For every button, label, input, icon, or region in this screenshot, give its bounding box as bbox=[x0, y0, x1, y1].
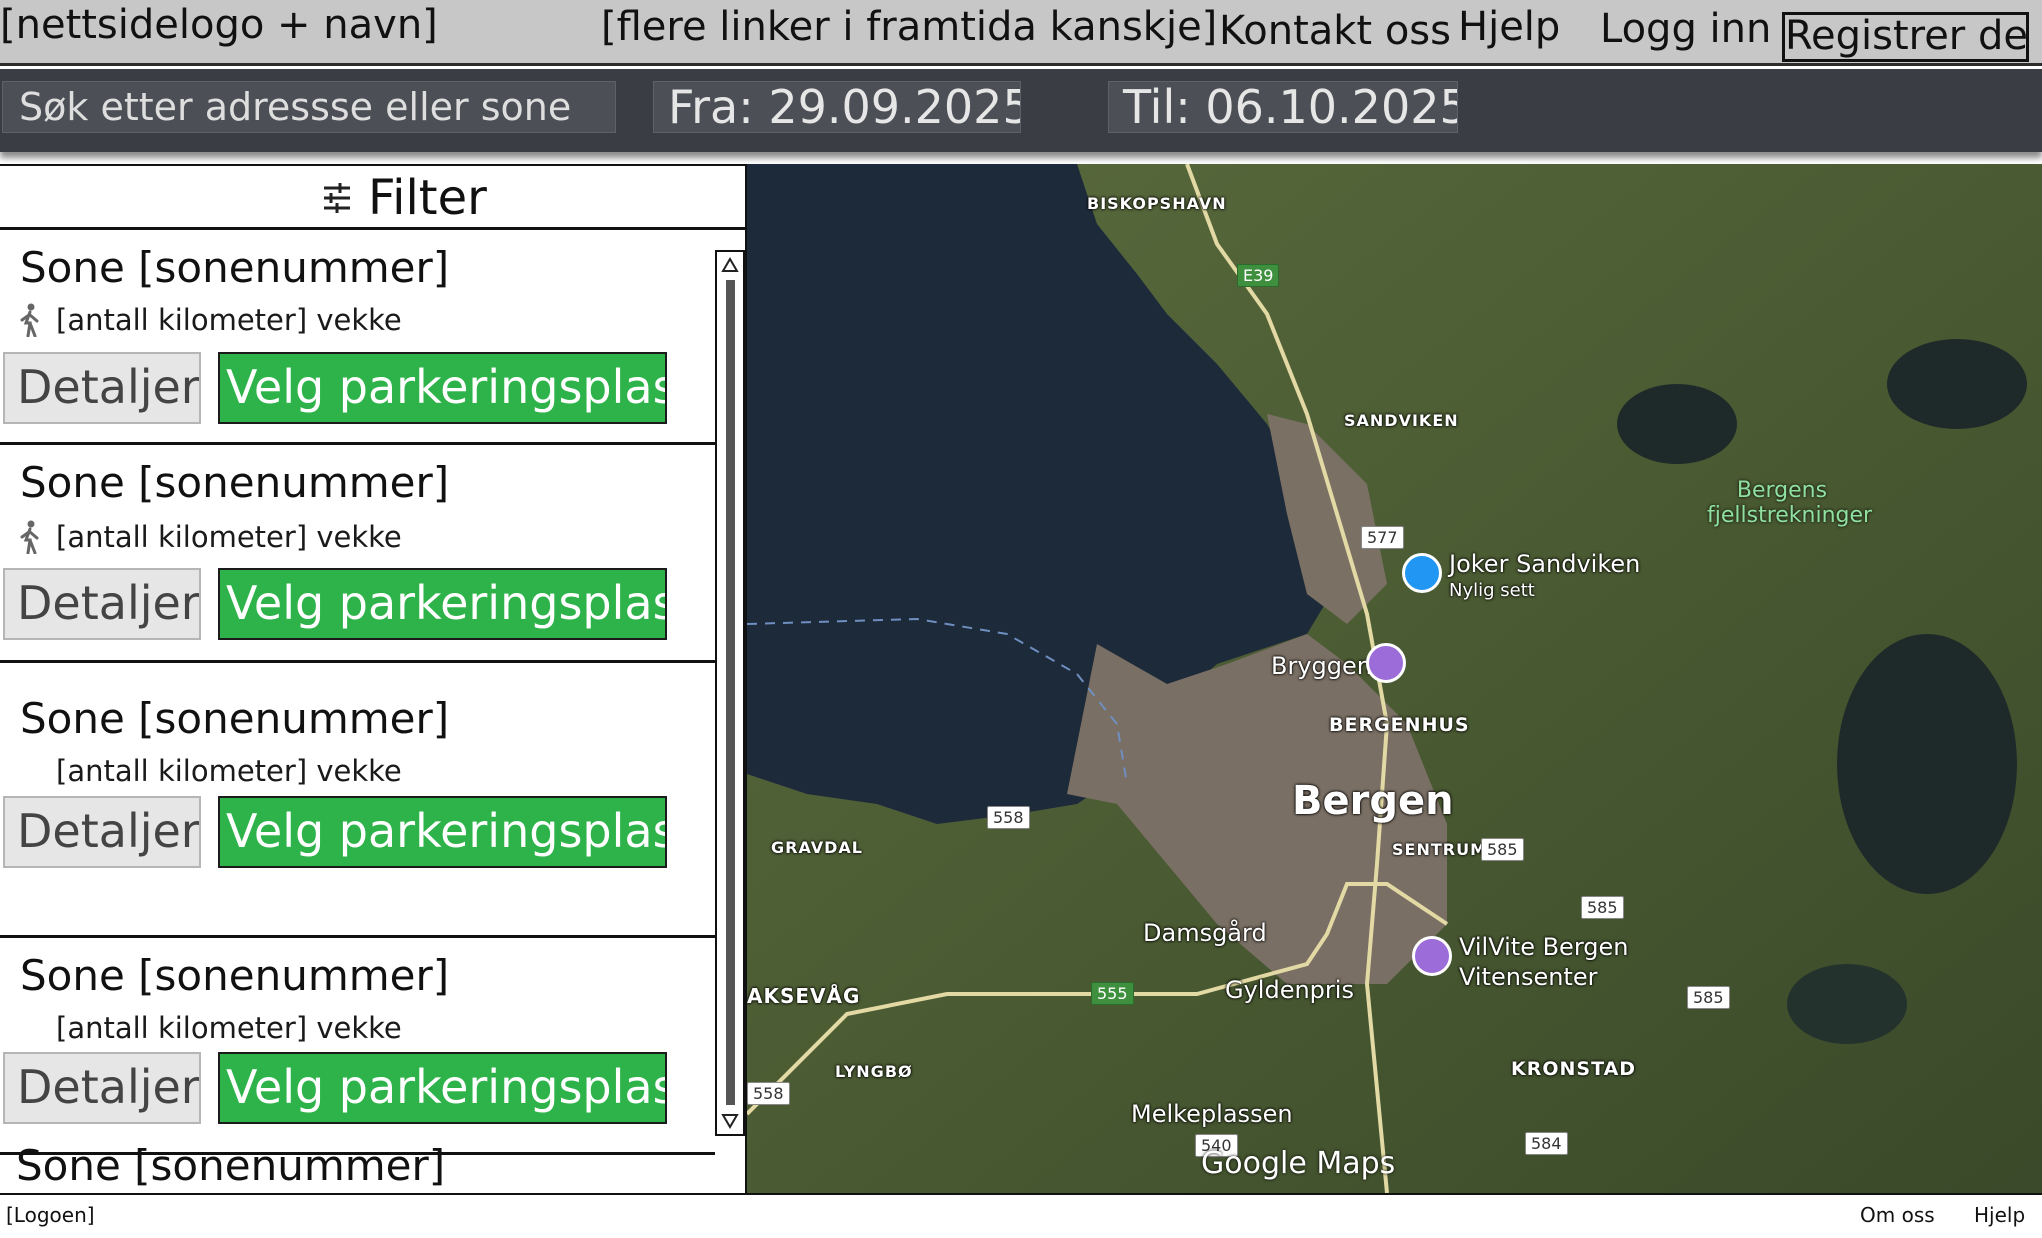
contact-link[interactable]: Kontakt oss bbox=[1219, 8, 1451, 54]
select-parking-button[interactable]: Velg parkeringsplass bbox=[218, 352, 667, 424]
zone-title: Sone [sonenummer] bbox=[20, 694, 450, 743]
register-button[interactable]: Registrer deg bbox=[1782, 12, 2029, 62]
zone-distance: [antall kilometer] vekke bbox=[56, 1011, 402, 1045]
road-badge-585: 585 bbox=[1481, 838, 1524, 861]
zone-card: Sone [sonenummer] [antall kilometer] vek… bbox=[0, 941, 715, 1155]
zone-distance: [antall kilometer] vekke bbox=[56, 303, 402, 337]
zone-title: Sone [sonenummer] bbox=[20, 243, 450, 292]
map-label-aksevag: AKSEVÅG bbox=[747, 984, 861, 1008]
zone-card: Sone [sonenummer] [antall kilometer] vek… bbox=[0, 448, 715, 663]
map-label-lyngbo: LYNGBØ bbox=[835, 1062, 913, 1081]
details-button[interactable]: Detaljer bbox=[3, 352, 201, 424]
map-label-kronstad: KRONSTAD bbox=[1511, 1058, 1637, 1080]
top-nav: [nettsidelogo + navn] [flere linker i fr… bbox=[0, 0, 2042, 66]
road-badge-e39: E39 bbox=[1237, 264, 1280, 287]
details-button[interactable]: Detaljer bbox=[3, 796, 201, 868]
map-label-damsgard: Damsgård bbox=[1143, 919, 1267, 947]
map-label-joker[interactable]: Joker Sandviken bbox=[1449, 550, 1640, 578]
login-link[interactable]: Logg inn bbox=[1600, 6, 1771, 52]
map-label-bryggen[interactable]: Bryggen bbox=[1271, 652, 1372, 680]
shopping-cart-pin-icon[interactable] bbox=[1402, 553, 1442, 593]
select-parking-button[interactable]: Velg parkeringsplass bbox=[218, 1052, 667, 1124]
zone-distance: [antall kilometer] vekke bbox=[56, 520, 402, 554]
filter-button[interactable]: Filter bbox=[0, 166, 745, 230]
road-badge-555: 555 bbox=[1091, 982, 1134, 1005]
map-label-vilvite[interactable]: VilVite Bergen Vitensenter bbox=[1459, 932, 1639, 992]
from-date-field[interactable]: Fra: 29.09.2025 bbox=[653, 81, 1021, 133]
help-link[interactable]: Hjelp bbox=[1458, 4, 1560, 50]
map-label-bergenhus: BERGENHUS bbox=[1329, 714, 1470, 736]
google-maps-attribution: Google Maps bbox=[1201, 1146, 1396, 1181]
to-date-field[interactable]: Til: 06.10.2025 bbox=[1108, 81, 1458, 133]
select-parking-button[interactable]: Velg parkeringsplass bbox=[218, 796, 667, 868]
map-view[interactable]: BISKOPSHAVN SANDVIKEN Bergens fjellstrek… bbox=[747, 164, 2042, 1193]
walking-person-icon bbox=[20, 520, 39, 554]
road-badge-558: 558 bbox=[747, 1082, 790, 1105]
map-label-gyldenpris: Gyldenpris bbox=[1225, 976, 1354, 1004]
scroll-up-arrow-icon[interactable] bbox=[721, 256, 739, 274]
footer-help-link[interactable]: Hjelp bbox=[1974, 1203, 2025, 1227]
filter-label: Filter bbox=[368, 170, 487, 226]
footer-about-link[interactable]: Om oss bbox=[1860, 1203, 1935, 1227]
museum-pin-icon[interactable] bbox=[1412, 936, 1452, 976]
sliders-icon bbox=[324, 183, 350, 213]
select-parking-button[interactable]: Velg parkeringsplass bbox=[218, 568, 667, 640]
scrollbar-thumb[interactable] bbox=[726, 280, 735, 1105]
scroll-down-arrow-icon[interactable] bbox=[721, 1112, 739, 1130]
map-label-sandviken: SANDVIKEN bbox=[1344, 411, 1459, 430]
walking-person-icon bbox=[20, 303, 39, 337]
road-badge-558: 558 bbox=[987, 806, 1030, 829]
map-label-bergens-fjell: Bergens fjellstrekninger bbox=[1707, 478, 1873, 528]
road-badge-577: 577 bbox=[1361, 526, 1404, 549]
details-button[interactable]: Detaljer bbox=[3, 568, 201, 640]
map-label-sentrum: SENTRUM bbox=[1392, 840, 1487, 859]
zone-card: Sone [sonenummer] [antall kilometer] vek… bbox=[0, 666, 715, 938]
zone-title: Sone [sonenummer] bbox=[20, 458, 450, 507]
map-label-melkeplassen: Melkeplassen bbox=[1131, 1100, 1293, 1128]
search-input[interactable]: Søk etter adressse eller sone bbox=[2, 81, 616, 133]
zone-title-partial: Sone [sonenummer] bbox=[16, 1141, 446, 1190]
map-label-gravdal: GRAVDAL bbox=[771, 838, 863, 857]
footer-logo[interactable]: [Logoen] bbox=[6, 1203, 95, 1227]
search-bar: Søk etter adressse eller sone Fra: 29.09… bbox=[0, 69, 2042, 152]
footer: [Logoen] Om oss Hjelp bbox=[0, 1193, 2042, 1238]
landmark-pin-icon[interactable] bbox=[1366, 643, 1406, 683]
map-label-biskopshavn: BISKOPSHAVN bbox=[1087, 194, 1227, 213]
zone-card: Sone [sonenummer] [antall kilometer] vek… bbox=[0, 233, 715, 445]
future-links[interactable]: [flere linker i framtida kanskje] bbox=[601, 4, 1217, 50]
map-label-joker-sub: Nylig sett bbox=[1449, 580, 1535, 601]
zone-title: Sone [sonenummer] bbox=[20, 951, 450, 1000]
road-badge-585: 585 bbox=[1687, 986, 1730, 1009]
zone-list-panel: Filter Sone [sonenummer] [antall kilomet… bbox=[0, 164, 747, 1193]
details-button[interactable]: Detaljer bbox=[3, 1052, 201, 1124]
site-logo[interactable]: [nettsidelogo + navn] bbox=[0, 2, 438, 48]
road-badge-584: 584 bbox=[1525, 1132, 1568, 1155]
zone-distance: [antall kilometer] vekke bbox=[56, 754, 402, 788]
map-label-bergen: Bergen bbox=[1292, 778, 1454, 824]
zone-list-scrollbar[interactable] bbox=[715, 250, 745, 1136]
road-badge-585: 585 bbox=[1581, 896, 1624, 919]
